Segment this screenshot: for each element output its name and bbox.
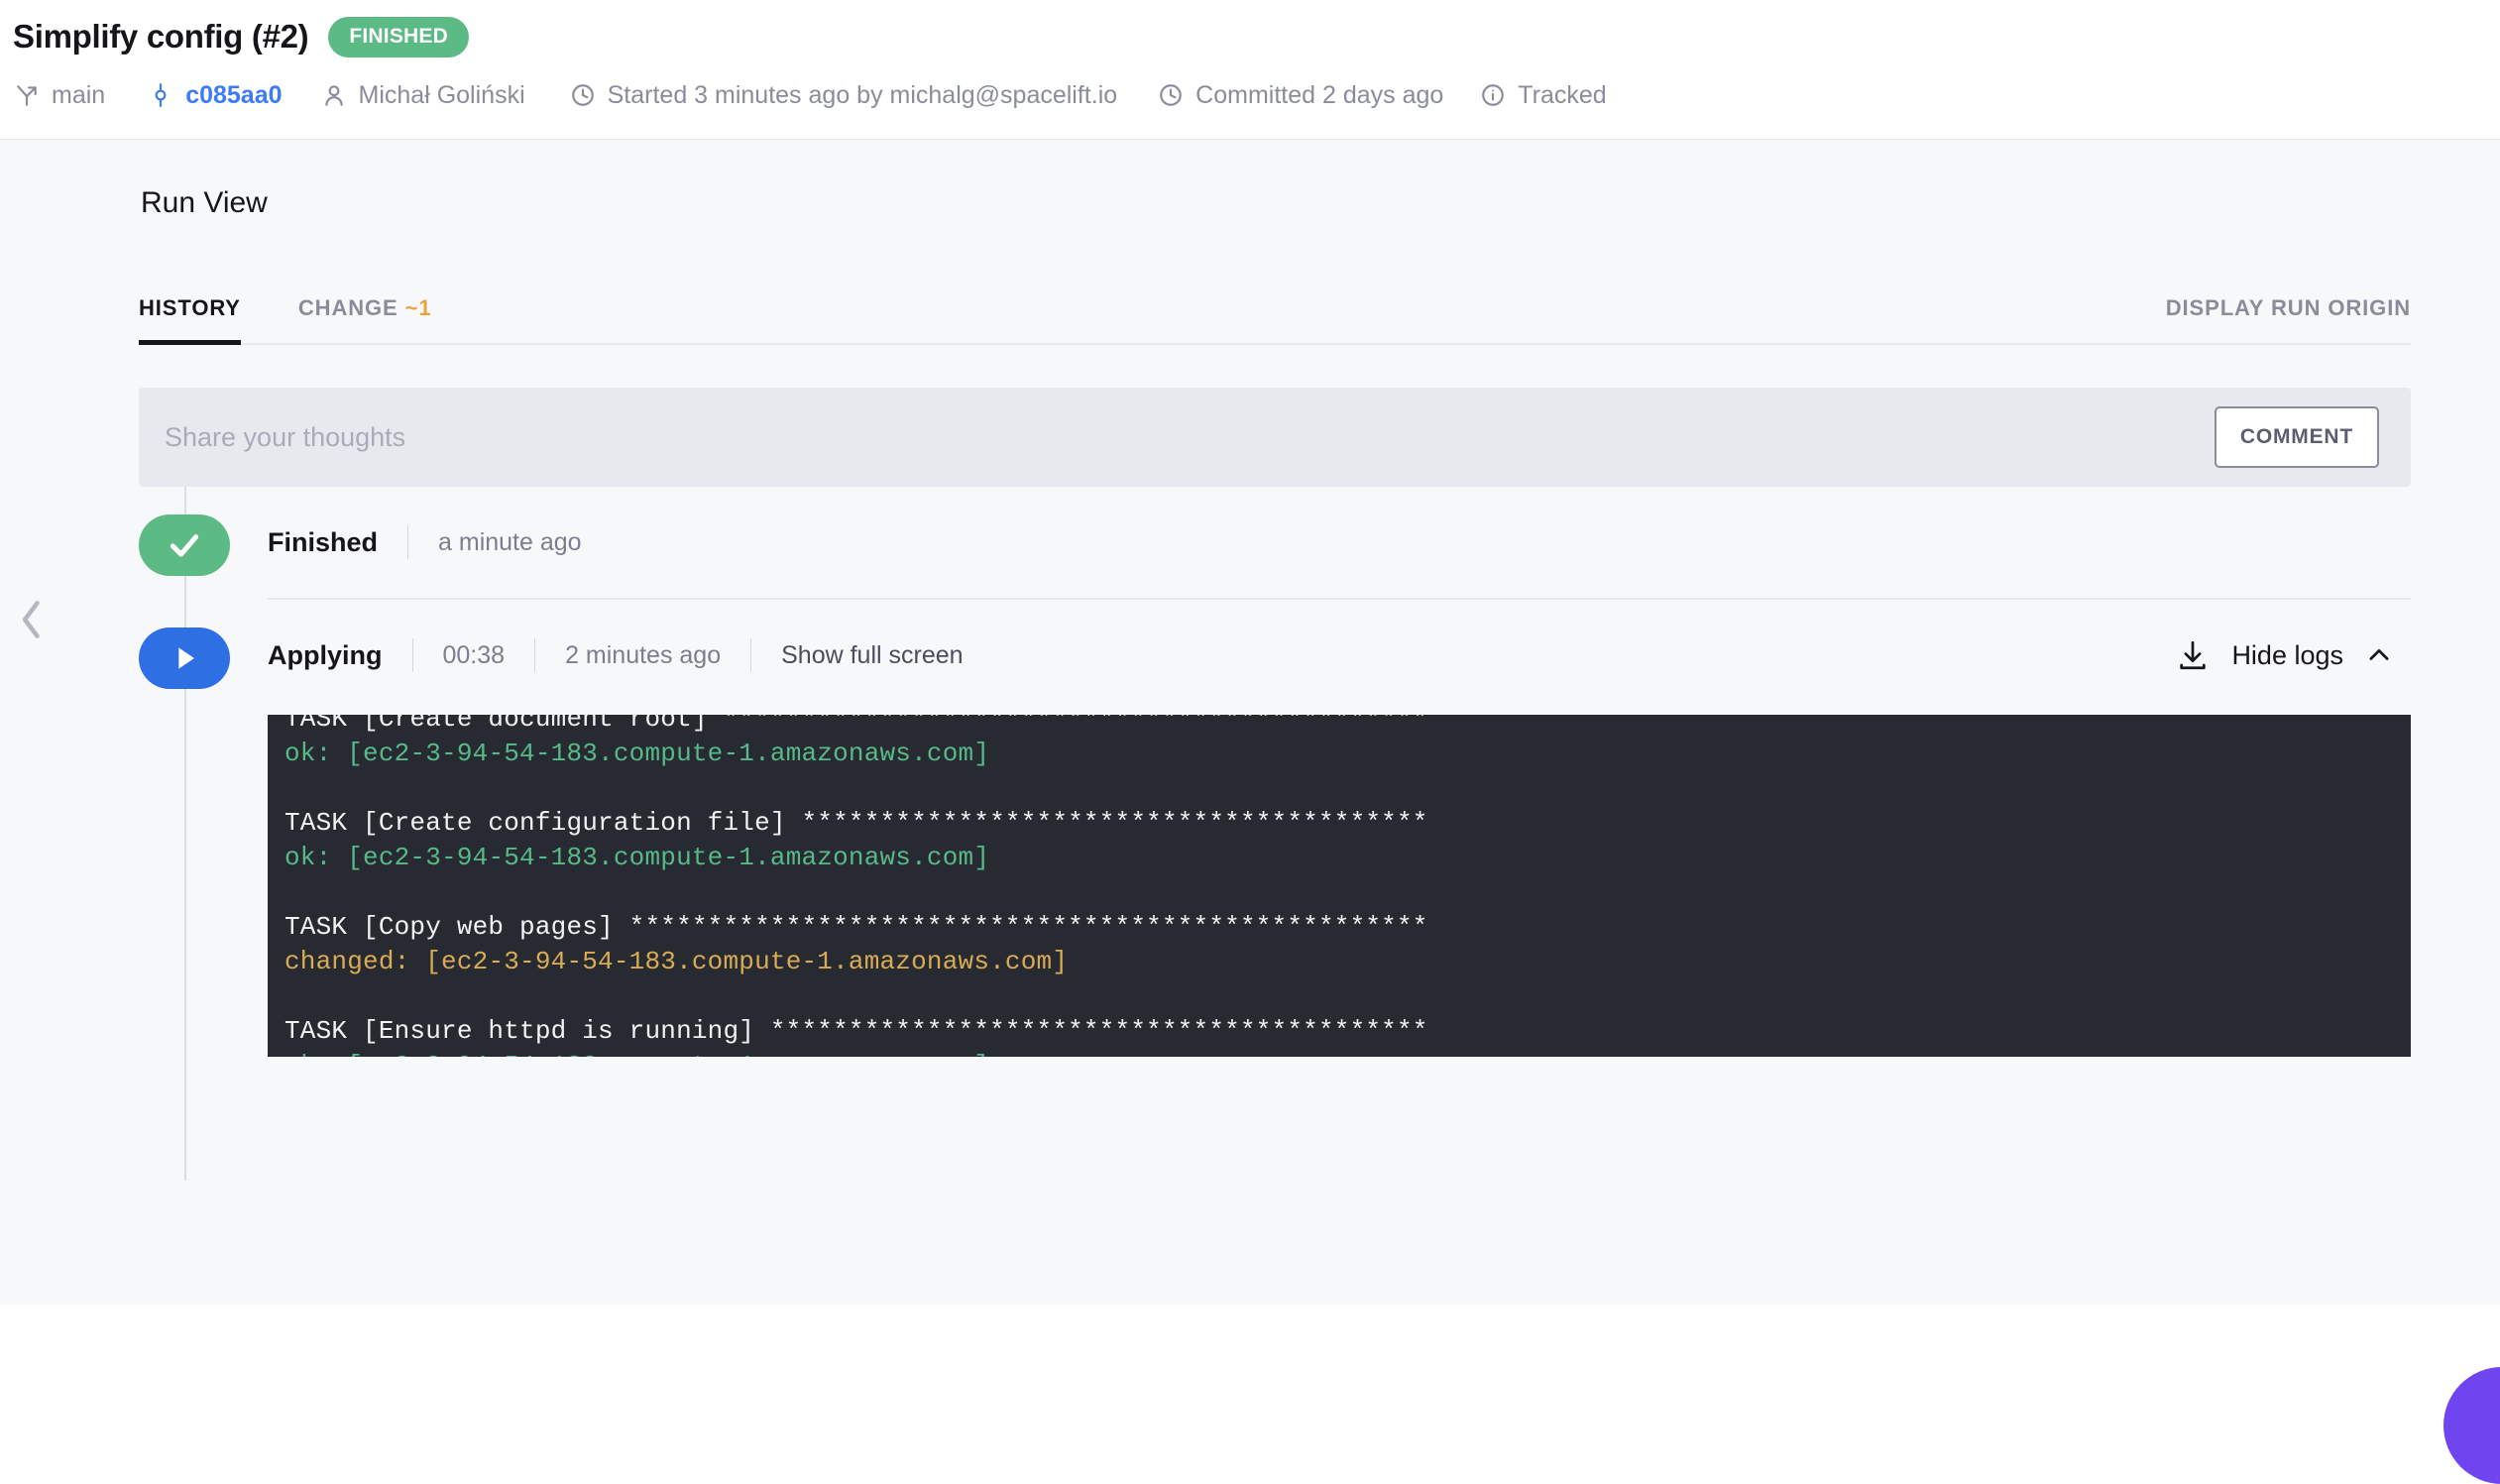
log-line: TASK [Ensure httpd is running] *********…	[284, 1014, 2055, 1049]
status-badge: FINISHED	[328, 16, 469, 57]
log-segment: [ec2-3-94-54-183.compute-1.amazonaws.com…	[347, 843, 990, 872]
log-line: ok: [ec2-3-94-54-183.compute-1.amazonaws…	[284, 737, 2055, 771]
log-segment: [ec2-3-94-54-183.compute-1.amazonaws.com…	[347, 1051, 989, 1057]
timeline-finished-state: Finished	[268, 526, 379, 557]
play-icon	[178, 647, 194, 669]
meta-tracked-label: Tracked	[1518, 80, 1607, 109]
meta-started: Started 3 minutes ago by michalg@spaceli…	[569, 80, 1118, 110]
clock-history-icon	[1157, 81, 1185, 109]
divider	[411, 638, 413, 672]
meta-started-label: Started 3 minutes ago by michalg@spaceli…	[607, 80, 1118, 109]
title-row: Simplify config (#2) FINISHED	[0, 0, 2500, 61]
page-title: Simplify config (#2)	[13, 18, 309, 55]
branch-icon	[13, 81, 41, 109]
timeline-applying-state: Applying	[268, 639, 383, 670]
run-tabs-bar: HISTORY CHANGE ~1 DISPLAY RUN ORIGIN	[139, 268, 2411, 345]
log-segment: ok:	[284, 843, 348, 872]
log-line: TASK [Create document root] ************…	[284, 715, 2055, 737]
timeline-applying-head: Applying 00:38 2 minutes ago Show full s…	[268, 600, 2411, 711]
log-line: changed: [ec2-3-94-54-183.compute-1.amaz…	[284, 945, 2055, 979]
tab-history[interactable]: HISTORY	[139, 295, 241, 345]
run-content-column: Run View HISTORY CHANGE ~1 DISPLAY RUN O…	[139, 140, 2411, 1181]
log-segment: TASK [Create configuration file] *******…	[284, 808, 1428, 838]
meta-tracked: Tracked	[1479, 80, 1607, 110]
hide-logs-label: Hide logs	[2231, 639, 2343, 670]
comment-submit-button[interactable]: COMMENT	[2214, 406, 2379, 468]
log-segment: ok:	[284, 739, 348, 768]
user-icon	[320, 81, 348, 109]
info-icon	[1479, 81, 1507, 109]
meta-commit[interactable]: c085aa0	[147, 80, 283, 110]
log-segment: TASK [Ensure httpd is running] *********…	[284, 1016, 1428, 1046]
download-icon	[2180, 640, 2207, 670]
log-line: TASK [Copy web pages] ******************…	[284, 910, 2055, 945]
timeline-entry-finished: Finished a minute ago	[139, 487, 2411, 598]
divider	[750, 638, 752, 672]
commit-icon	[147, 81, 174, 109]
log-terminal-content: TASK [Create document root] ************…	[268, 715, 2055, 1057]
tab-change-count: ~1	[404, 295, 432, 320]
show-full-screen-button[interactable]: Show full screen	[781, 641, 963, 670]
check-icon	[170, 534, 199, 557]
log-line: ok: [ec2-3-94-54-183.compute-1.amazonaws…	[284, 841, 2055, 875]
comment-input[interactable]	[165, 421, 2215, 453]
timeline-status-dot-finished	[139, 514, 230, 576]
meta-branch[interactable]: main	[13, 81, 105, 110]
timeline-status-dot-applying	[139, 628, 230, 689]
log-line: TASK [Create configuration file] *******…	[284, 806, 2055, 841]
tab-change-label: CHANGE	[297, 295, 398, 320]
log-segment: ok:	[284, 1051, 347, 1057]
log-segment: TASK [Create document root] ************…	[284, 715, 1428, 734]
timeline-finished-head: Finished a minute ago	[268, 487, 2411, 598]
meta-commit-hash: c085aa0	[185, 80, 283, 109]
chevron-up-icon	[2369, 648, 2389, 660]
meta-author-name: Michał Goliński	[358, 80, 525, 109]
tab-change[interactable]: CHANGE ~1	[298, 295, 432, 343]
timeline-finished-time: a minute ago	[438, 527, 582, 556]
log-segment: TASK [Copy web pages] ******************…	[284, 912, 1428, 942]
display-run-origin-button[interactable]: DISPLAY RUN ORIGIN	[2166, 295, 2411, 343]
divider	[407, 525, 409, 559]
comment-box: COMMENT	[139, 388, 2411, 487]
timeline-applying-duration: 00:38	[442, 640, 506, 669]
timeline-applying-time: 2 minutes ago	[565, 640, 722, 669]
log-line: ok: [ec2-3-94-54-183.compute-1.amazonaws…	[284, 1049, 2055, 1057]
hide-logs-control[interactable]: Hide logs	[2176, 638, 2411, 672]
run-tabs: HISTORY CHANGE ~1	[139, 295, 490, 345]
clock-icon	[569, 81, 597, 109]
log-segment: [ec2-3-94-54-183.compute-1.amazonaws.com…	[347, 739, 990, 768]
log-segment: changed:	[284, 947, 426, 976]
meta-author: Michał Goliński	[320, 81, 525, 110]
log-terminal[interactable]: TASK [Create document root] ************…	[268, 715, 2411, 1057]
run-timeline: Finished a minute ago Applying 00:38 2 m…	[139, 487, 2411, 1181]
sidebar-collapse-button[interactable]	[8, 591, 56, 648]
meta-branch-label: main	[52, 80, 106, 109]
log-segment: [ec2-3-94-54-183.compute-1.amazonaws.com…	[425, 947, 1069, 976]
timeline-entry-applying: Applying 00:38 2 minutes ago Show full s…	[139, 600, 2411, 711]
meta-committed: Committed 2 days ago	[1157, 81, 1443, 110]
page-header: Simplify config (#2) FINISHED main c085a…	[0, 0, 2500, 140]
chevron-left-icon	[22, 601, 40, 638]
support-chat-bubble[interactable]	[2443, 1367, 2500, 1484]
tab-history-label: HISTORY	[139, 295, 241, 320]
meta-committed-label: Committed 2 days ago	[1195, 80, 1444, 109]
run-metadata-row: main c085aa0 Michał Goliński Started 3 m…	[0, 61, 2500, 119]
divider	[534, 638, 536, 672]
page-body: Run View HISTORY CHANGE ~1 DISPLAY RUN O…	[0, 140, 2500, 1484]
section-title: Run View	[141, 186, 268, 219]
